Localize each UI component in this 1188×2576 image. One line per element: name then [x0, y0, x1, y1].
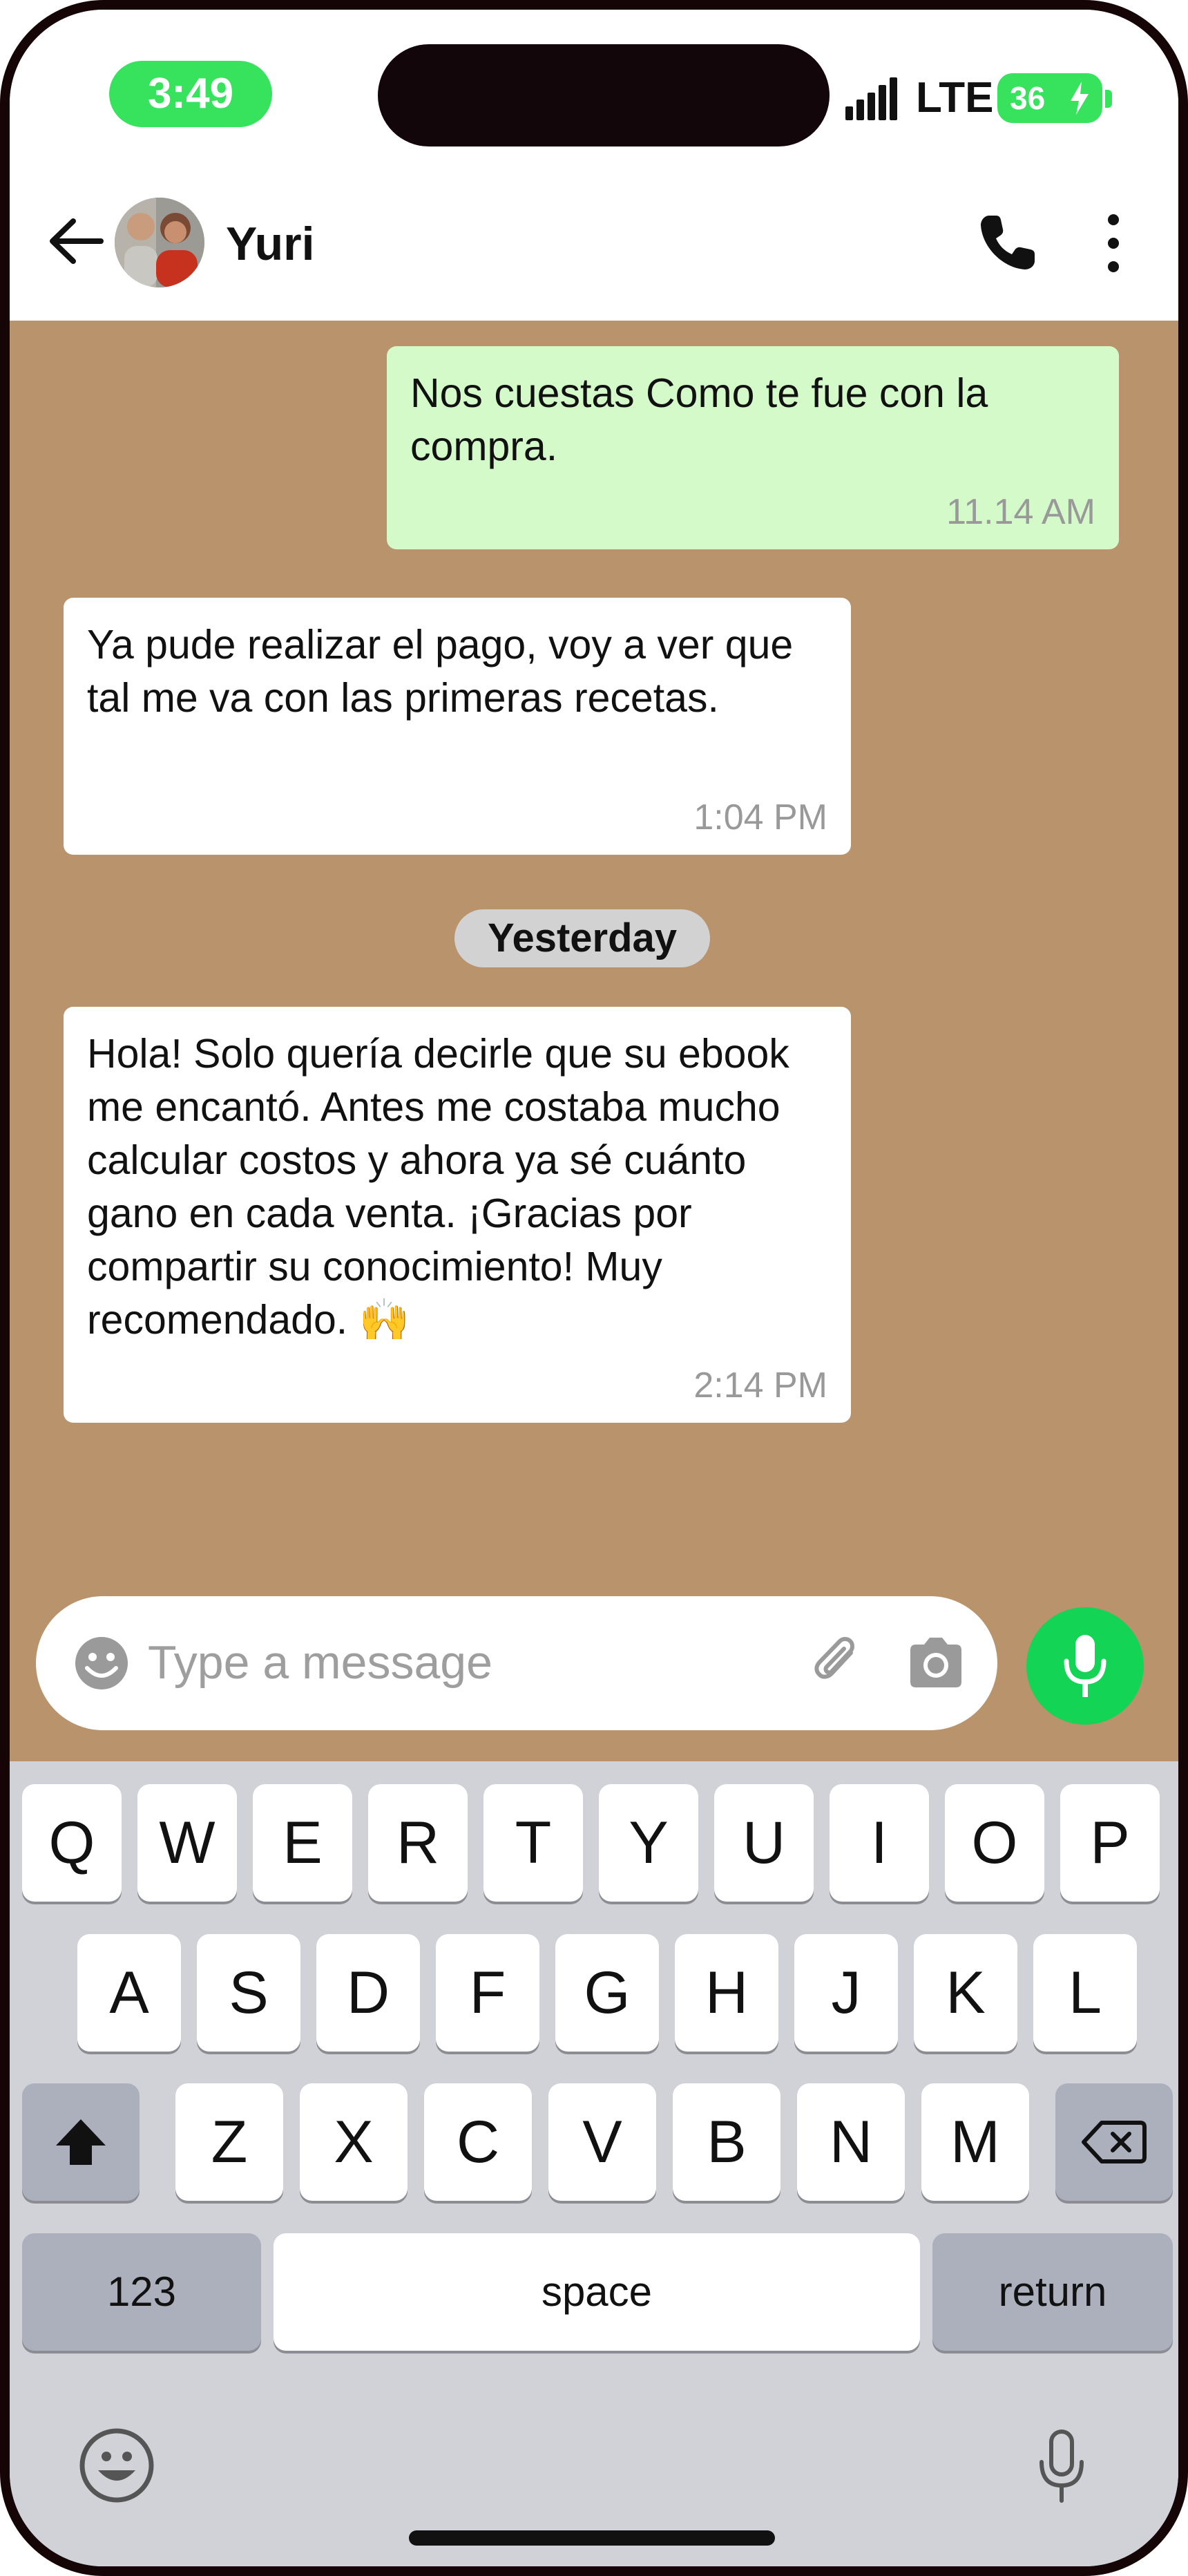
key-a[interactable]: A — [77, 1934, 181, 2052]
keyboard-emoji-icon[interactable] — [79, 2427, 155, 2503]
shift-key[interactable] — [22, 2083, 140, 2201]
status-time: 3:49 — [109, 61, 272, 127]
key-c[interactable]: C — [424, 2083, 532, 2201]
key-p[interactable]: P — [1060, 1784, 1160, 1902]
message-time: 2:14 PM — [693, 1365, 827, 1405]
battery-tip — [1105, 90, 1112, 108]
key-g[interactable]: G — [555, 1934, 659, 2052]
key-t[interactable]: T — [483, 1784, 583, 1902]
key-m[interactable]: M — [921, 2083, 1029, 2201]
message-bubble-incoming[interactable]: Ya pude realizar el pago, voy a ver que … — [64, 598, 851, 855]
space-key[interactable]: space — [274, 2233, 920, 2351]
charging-bolt-icon — [1071, 82, 1089, 115]
status-bar: 3:49 LTE 36 — [10, 10, 1178, 182]
more-options-icon[interactable] — [1101, 210, 1126, 276]
return-key[interactable]: return — [932, 2233, 1173, 2351]
camera-icon[interactable] — [905, 1633, 967, 1693]
phone-frame: 3:49 LTE 36 Yuri Nos cuestas Como te fue… — [0, 0, 1188, 2576]
key-r[interactable]: R — [368, 1784, 468, 1902]
key-q[interactable]: Q — [22, 1784, 122, 1902]
numbers-key[interactable]: 123 — [22, 2233, 261, 2351]
home-indicator[interactable] — [409, 2530, 775, 2546]
key-e[interactable]: E — [253, 1784, 352, 1902]
dictation-microphone-icon[interactable] — [1037, 2429, 1086, 2503]
key-u[interactable]: U — [714, 1784, 814, 1902]
key-d[interactable]: D — [316, 1934, 420, 2052]
key-s[interactable]: S — [197, 1934, 300, 2052]
message-time: 1:04 PM — [693, 797, 827, 837]
key-o[interactable]: O — [945, 1784, 1044, 1902]
avatar[interactable] — [115, 198, 204, 287]
message-bubble-outgoing[interactable]: Nos cuestas Como te fue con la compra. 1… — [387, 346, 1119, 549]
key-f[interactable]: F — [436, 1934, 539, 2052]
dynamic-island — [378, 44, 830, 146]
message-bubble-incoming[interactable]: Hola! Solo quería decirle que su ebook m… — [64, 1007, 851, 1423]
signal-icon — [845, 77, 910, 120]
key-w[interactable]: W — [137, 1784, 237, 1902]
backspace-icon — [1082, 2121, 1147, 2163]
message-composer — [36, 1596, 997, 1730]
key-v[interactable]: V — [548, 2083, 656, 2201]
paperclip-icon[interactable] — [808, 1632, 870, 1694]
key-x[interactable]: X — [300, 2083, 408, 2201]
key-l[interactable]: L — [1033, 1934, 1137, 2052]
battery-level: 36 — [1010, 80, 1046, 116]
back-arrow-icon[interactable] — [44, 210, 106, 272]
key-i[interactable]: I — [830, 1784, 929, 1902]
voice-message-button[interactable] — [1026, 1607, 1144, 1725]
network-type: LTE — [916, 74, 994, 122]
key-b[interactable]: B — [673, 2083, 780, 2201]
message-text: Hola! Solo quería decirle que su ebook m… — [87, 1031, 789, 1343]
emoji-icon[interactable] — [72, 1633, 131, 1693]
key-y[interactable]: Y — [599, 1784, 698, 1902]
microphone-icon — [1064, 1635, 1106, 1697]
date-separator: Yesterday — [454, 909, 710, 967]
contact-name[interactable]: Yuri — [226, 213, 315, 275]
message-text: Nos cuestas Como te fue con la compra. — [410, 370, 988, 469]
avatar-photo — [115, 198, 204, 287]
key-n[interactable]: N — [797, 2083, 905, 2201]
backspace-key[interactable] — [1055, 2083, 1173, 2201]
on-screen-keyboard: Q W E R T Y U I O P A S D F G H J K L Z … — [10, 1761, 1178, 2566]
chat-area[interactable]: Nos cuestas Como te fue con la compra. 1… — [10, 321, 1178, 1761]
message-input[interactable] — [146, 1624, 771, 1701]
battery-icon: 36 — [997, 73, 1102, 123]
shift-arrow-icon — [56, 2119, 106, 2165]
key-z[interactable]: Z — [175, 2083, 283, 2201]
key-j[interactable]: J — [794, 1934, 898, 2052]
phone-call-icon[interactable] — [975, 211, 1039, 275]
message-text: Ya pude realizar el pago, voy a ver que … — [87, 622, 794, 721]
chat-header: Yuri — [10, 182, 1178, 321]
message-time: 11.14 AM — [946, 492, 1095, 532]
key-k[interactable]: K — [914, 1934, 1017, 2052]
key-h[interactable]: H — [675, 1934, 778, 2052]
